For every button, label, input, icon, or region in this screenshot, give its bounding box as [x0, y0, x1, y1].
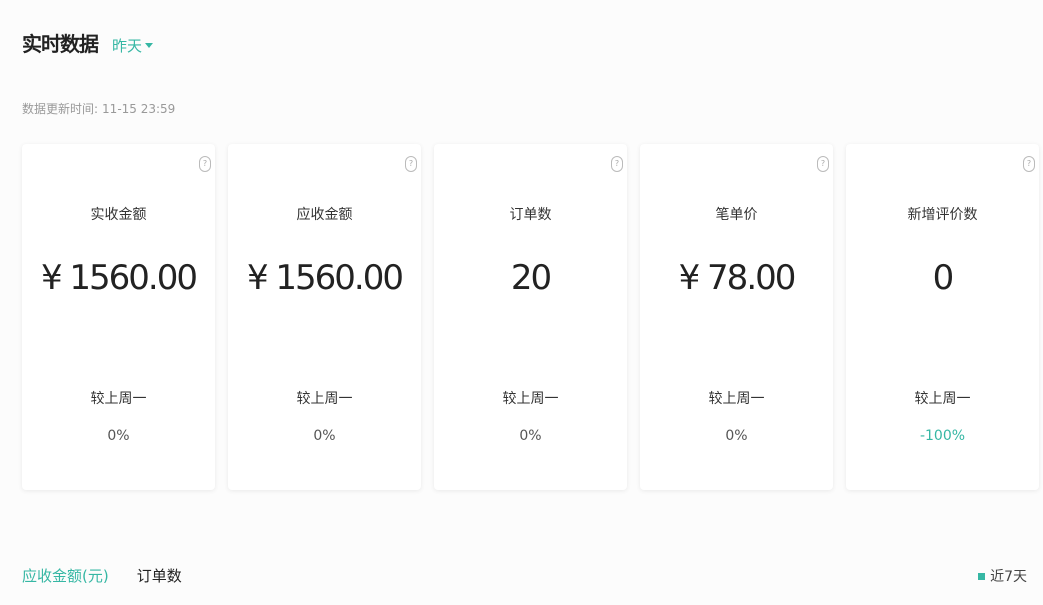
metric-value: ¥ 1560.00 — [246, 258, 404, 298]
compare-label: 较上周一 — [914, 391, 971, 407]
help-icon[interactable]: ? — [405, 156, 417, 172]
metric-card-average-price: ? 笔单价 ¥ 78.00 较上周一 0% — [640, 144, 833, 490]
metric-value: ¥ 1560.00 — [40, 258, 198, 298]
legend-swatch — [978, 572, 986, 580]
help-icon[interactable]: ? — [199, 156, 211, 172]
compare-value: 0% — [107, 428, 130, 444]
compare-value: -100% — [919, 428, 966, 444]
chart-tabs: 应收金额(元) 订单数 — [22, 565, 182, 586]
metric-card-new-reviews: ? 新增评价数 0 较上周一 -100% — [846, 144, 1039, 490]
metric-label: 新增评价数 — [907, 207, 978, 223]
update-time: 数据更新时间: 11-15 23:59 — [22, 100, 175, 117]
metric-card-receivable-amount: ? 应收金额 ¥ 1560.00 较上周一 0% — [228, 144, 421, 490]
metric-value: 20 — [510, 258, 552, 298]
compare-value: 0% — [313, 428, 336, 444]
realtime-data-page: 实时数据 昨天 数据更新时间: 11-15 23:59 ? 实收金额 ¥ 1560… — [0, 0, 1043, 605]
compare-label: 较上周一 — [296, 391, 353, 407]
tab-receivable-amount[interactable]: 应收金额(元) — [22, 565, 109, 586]
caret-down-icon — [145, 43, 154, 48]
date-range-label: 昨天 — [112, 37, 143, 55]
update-time-value: 11-15 23:59 — [102, 102, 176, 116]
compare-label: 较上周一 — [708, 391, 765, 407]
header: 实时数据 昨天 — [22, 28, 154, 57]
compare-value: 0% — [725, 428, 748, 444]
metric-cards: ? 实收金额 ¥ 1560.00 较上周一 0% ? 应收金额 ¥ 1560.0… — [22, 144, 1039, 490]
compare-label: 较上周一 — [502, 391, 559, 407]
update-time-label: 数据更新时间: — [22, 102, 99, 116]
metric-value: 0 — [932, 258, 955, 298]
metric-card-actual-amount: ? 实收金额 ¥ 1560.00 较上周一 0% — [22, 144, 215, 490]
help-icon[interactable]: ? — [611, 156, 623, 172]
metric-label: 应收金额 — [296, 207, 353, 223]
chart-legend: 近7天 — [978, 566, 1027, 586]
compare-value: 0% — [519, 428, 542, 444]
metric-label: 实收金额 — [90, 207, 147, 223]
metric-label: 笔单价 — [715, 207, 758, 223]
help-icon[interactable]: ? — [817, 156, 829, 172]
tab-order-count[interactable]: 订单数 — [137, 565, 182, 586]
help-icon[interactable]: ? — [1023, 156, 1035, 172]
metric-card-order-count: ? 订单数 20 较上周一 0% — [434, 144, 627, 490]
page-title: 实时数据 — [22, 32, 99, 56]
compare-label: 较上周一 — [90, 391, 147, 407]
metric-label: 订单数 — [509, 207, 552, 223]
legend-label: 近7天 — [990, 569, 1027, 585]
date-range-dropdown[interactable]: 昨天 — [112, 35, 154, 56]
metric-value: ¥ 78.00 — [678, 258, 797, 298]
